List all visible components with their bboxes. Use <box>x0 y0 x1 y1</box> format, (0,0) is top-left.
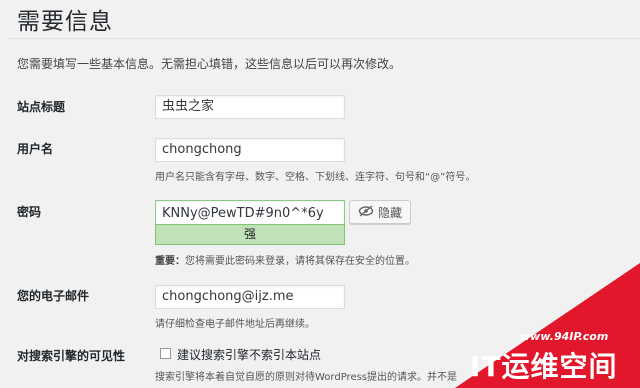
site-title-label: 站点标题 <box>17 100 66 114</box>
username-hint: 用户名只能含有字母、数字、空格、下划线、连字符、句号和“@”符号。 <box>155 172 476 183</box>
discourage-search-checkbox[interactable] <box>160 348 171 359</box>
eye-slash-icon <box>358 204 374 220</box>
hide-password-label: 隐藏 <box>377 205 402 220</box>
intro-text: 您需要填写一些基本信息。无需担心填错，这些信息以后可以再次修改。 <box>17 57 402 71</box>
username-label: 用户名 <box>17 142 54 156</box>
password-note: 重要：您将需要此密码来登录，请将其保存在安全的位置。 <box>155 252 415 267</box>
username-input[interactable]: chongchong <box>155 138 345 162</box>
password-input[interactable]: KNNy@PewTD#9n0^*6y <box>155 200 345 225</box>
password-note-text: 您将需要此密码来登录，请将其保存在安全的位置。 <box>185 256 415 267</box>
email-hint: 请仔细检查电子邮件地址后再继续。 <box>155 319 315 330</box>
page-title: 需要信息 <box>17 9 113 35</box>
email-label: 您的电子邮件 <box>17 289 90 303</box>
watermark-brand: IT运维空间 <box>470 350 618 383</box>
email-input[interactable]: chongchong@ijz.me <box>155 285 345 309</box>
watermark-url: www.94IP.com <box>520 330 609 343</box>
password-note-prefix: 重要： <box>155 256 185 267</box>
seo-visibility-label: 对搜索引擎的可见性 <box>17 349 126 363</box>
discourage-search-label[interactable]: 建议搜索引擎不索引本站点 <box>177 346 321 363</box>
seo-hint: 搜索引擎将本着自觉自愿的原则对待WordPress提出的请求。并不是 <box>155 372 458 383</box>
password-strength-meter: 强 <box>155 224 345 245</box>
title-divider <box>8 38 640 39</box>
hide-password-button[interactable]: 隐藏 <box>349 200 411 224</box>
site-title-input[interactable]: 虫虫之家 <box>155 95 345 119</box>
password-label: 密码 <box>17 205 42 219</box>
